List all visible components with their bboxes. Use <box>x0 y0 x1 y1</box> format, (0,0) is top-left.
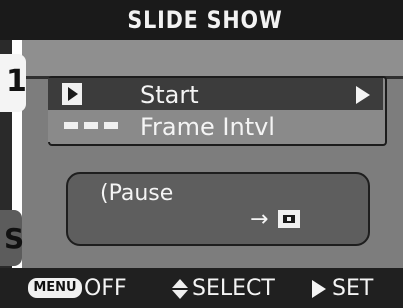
set-label: SET <box>332 276 374 301</box>
set-arrow-icon <box>312 280 326 298</box>
right-arrow-icon <box>356 86 370 104</box>
pause-hint: (Pause <box>100 181 174 206</box>
menu-item-label: Start <box>140 81 199 109</box>
up-down-icon <box>170 279 190 299</box>
menu-button-icon: MENU <box>28 278 82 298</box>
menu-item-label: Frame Intvl <box>140 113 275 141</box>
play-icon <box>62 83 82 105</box>
interval-dots-icon <box>64 122 118 130</box>
panel-header-strip <box>22 40 403 79</box>
arrow-right-icon: → <box>250 207 269 232</box>
off-label: OFF <box>84 276 127 301</box>
page-title: SLIDE SHOW <box>127 6 283 34</box>
tab-label: 1 <box>6 64 27 99</box>
camera-menu-screen: SLIDE SHOW 1 S Start Frame Intvl (Pause … <box>0 0 403 308</box>
tab-label: S <box>4 222 25 255</box>
ok-button-icon <box>278 210 300 228</box>
menu-item-start[interactable] <box>48 78 383 110</box>
select-label: SELECT <box>192 276 275 301</box>
